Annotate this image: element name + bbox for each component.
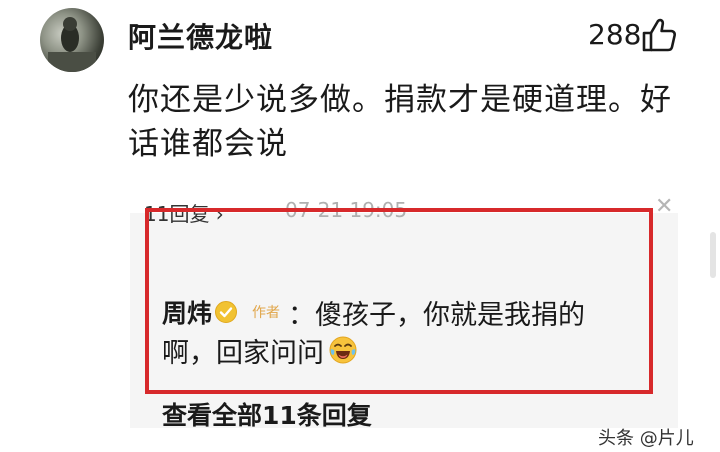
- comment-author[interactable]: 阿兰德龙啦: [128, 16, 273, 56]
- like-count: 288: [588, 18, 642, 51]
- reply-author[interactable]: 周炜: [162, 294, 212, 330]
- view-all-replies-link[interactable]: 查看全部11条回复: [162, 396, 372, 432]
- author-badge: 作者: [252, 305, 281, 321]
- reply-item: 周炜 作者 ：傻孩子，你就是我捐的: [162, 294, 586, 331]
- avatar-photo-icon: [48, 17, 96, 72]
- reply-text-line2: 啊，回家问问: [162, 337, 324, 369]
- close-icon[interactable]: ✕: [655, 196, 673, 218]
- verified-icon: [215, 301, 238, 323]
- comment-screen: 阿兰德龙啦 288 你还是少说多做。捐款才是硬道理。好话谁都会说 11回复 › …: [0, 0, 720, 452]
- watermark: 头条 @片儿: [598, 428, 694, 449]
- scrollbar[interactable]: [710, 232, 716, 278]
- reply-item-continuation: 啊，回家问问: [162, 333, 358, 369]
- laughing-crying-emoji-icon: [329, 336, 357, 364]
- avatar[interactable]: [40, 8, 104, 72]
- thumbs-up-icon[interactable]: [640, 16, 678, 54]
- comment-text: 你还是少说多做。捐款才是硬道理。好话谁都会说: [128, 82, 672, 162]
- reply-text-line1: ：傻孩子，你就是我捐的: [288, 299, 586, 331]
